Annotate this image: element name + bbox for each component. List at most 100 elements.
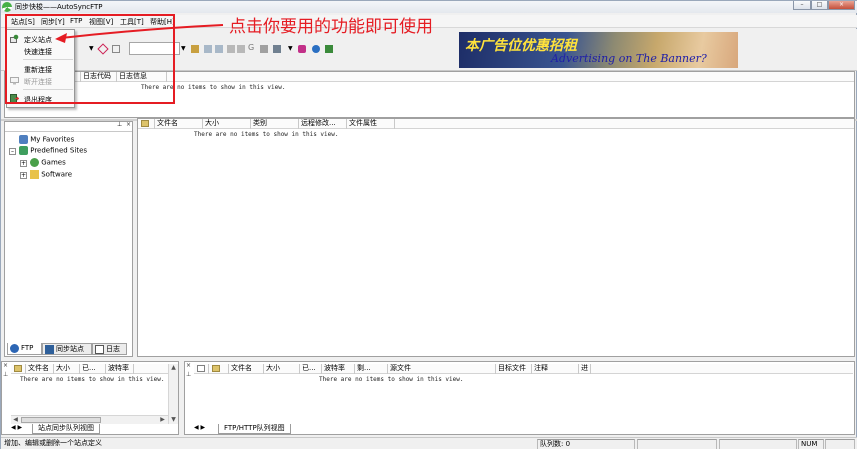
paste-icon[interactable] (237, 45, 245, 53)
panel-divider (5, 131, 132, 132)
upload-icon[interactable] (204, 45, 212, 53)
fq-col-size[interactable]: 大小 (264, 364, 300, 374)
queue-pin-icon[interactable]: ⊥ (186, 371, 191, 378)
download-icon[interactable] (215, 45, 223, 53)
fq-col-rate[interactable]: 波特率 (322, 364, 355, 374)
panel-close-icon[interactable]: × (126, 121, 131, 128)
scroll-thumb[interactable] (21, 417, 101, 423)
tree-item-label: My Favorites (30, 135, 75, 144)
app-window: 同步快梭——AutoSyncFTP – □ × 站点[S] 同步[Y] FTP … (0, 0, 857, 449)
file-empty-text: There are no items to show in this view. (194, 131, 339, 138)
bookmark-icon[interactable] (298, 45, 306, 53)
sq-col-size[interactable]: 大小 (54, 364, 80, 374)
sync-queue-panel: × ⊥ 文件名 大小 已... 波特率 There are no items t… (1, 361, 179, 435)
queue-pin-icon[interactable]: ⊥ (3, 371, 8, 378)
ftp-queue-panel: × ⊥ 文件名 大小 已... 波特率 剩... 源文件 目标文件 注释 进 T… (184, 361, 855, 435)
file-col-type[interactable]: 类别 (251, 119, 299, 129)
exit-tool-icon[interactable] (325, 45, 333, 53)
tree-item-games[interactable]: Games (30, 158, 66, 170)
file-col-modified[interactable]: 远程修改... (299, 119, 347, 129)
sync-queue-vscroll[interactable]: ▲ ▼ (168, 364, 178, 424)
tab-label: FTP (21, 344, 34, 352)
folder-icon (30, 170, 39, 179)
scroll-up-icon[interactable]: ▲ (169, 364, 178, 371)
file-col-attributes[interactable]: 文件属性 (347, 119, 395, 129)
tab-sync-sites[interactable]: 同步站点 (42, 343, 92, 355)
status-blank-1 (637, 439, 717, 449)
fq-col-done[interactable]: 已... (300, 364, 322, 374)
tab-sync-queue[interactable]: 站点同步队列视图 (32, 424, 100, 434)
tab-label: 日志 (106, 345, 120, 353)
queue-close-icon[interactable]: × (186, 362, 191, 369)
ftp-globe-icon (10, 344, 19, 353)
scroll-left-icon[interactable]: ◀ (12, 416, 19, 423)
status-queue-count: 队列数: 0 (537, 439, 635, 449)
sq-col-done[interactable]: 已... (80, 364, 106, 374)
ftp-queue-header: 文件名 大小 已... 波特率 剩... 源文件 目标文件 注释 进 (194, 364, 853, 374)
ftp-queue-empty-text: There are no items to show in this view. (319, 376, 464, 383)
scroll-right-icon[interactable]: ▶ (159, 416, 166, 423)
more-arrow-icon[interactable]: ▼ (288, 45, 293, 52)
tab-ftp-queue[interactable]: FTP/HTTP队列视图 (218, 424, 291, 434)
status-bar: 增加、编辑或删除一个站点定义 队列数: 0 NUM (1, 437, 857, 449)
tab-ftp[interactable]: FTP (7, 343, 42, 355)
sync-queue-empty-text: There are no items to show in this view. (20, 376, 165, 383)
status-blank-2 (719, 439, 797, 449)
properties-icon[interactable] (273, 45, 281, 53)
folder-header-icon (14, 365, 22, 372)
tab-log[interactable]: 日志 (92, 343, 127, 355)
tree-item-predefined[interactable]: Predefined Sites (19, 146, 87, 158)
tab-nav-icons[interactable]: ◀ ▶ (194, 424, 205, 431)
file-col-name[interactable]: 文件名 (155, 119, 203, 129)
sync-queue-hscroll[interactable]: ◀ ▶ (11, 415, 168, 424)
tree-expand-toggle[interactable]: + (20, 172, 27, 179)
fq-col-progress[interactable]: 进 (579, 364, 591, 374)
scroll-down-icon[interactable]: ▼ (169, 416, 178, 423)
file-list-panel: 文件名 大小 类别 远程修改... 文件属性 There are no item… (137, 118, 855, 357)
status-num: NUM (798, 439, 824, 449)
file-col-size[interactable]: 大小 (203, 119, 251, 129)
fq-col-icon-a[interactable] (194, 364, 209, 374)
fq-col-source[interactable]: 源文件 (388, 364, 496, 374)
doc-header-icon (197, 365, 205, 372)
fq-col-name[interactable]: 文件名 (229, 364, 264, 374)
sq-col-rate[interactable]: 波特率 (106, 364, 134, 374)
fq-col-icon-b[interactable] (209, 364, 229, 374)
banner-tagline: Advertising on The Banner? (551, 52, 707, 65)
tree-item-label: Software (41, 170, 73, 179)
minimize-button[interactable]: – (793, 1, 811, 10)
web-icon[interactable] (312, 45, 320, 53)
combo-arrow-icon[interactable]: ▼ (181, 45, 186, 52)
sq-col-name[interactable]: 文件名 (26, 364, 54, 374)
tree-item-software[interactable]: Software (30, 170, 72, 182)
refresh-icon[interactable]: G (248, 43, 254, 52)
window-title: 同步快梭——AutoSyncFTP (15, 3, 103, 11)
folder-header-icon (141, 120, 149, 127)
sync-sites-icon (45, 345, 54, 354)
fq-col-remaining[interactable]: 剩... (355, 364, 388, 374)
maximize-button[interactable]: □ (811, 1, 828, 10)
favorites-icon (19, 135, 28, 144)
sync-queue-header: 文件名 大小 已... 波特率 (11, 364, 177, 374)
folder-header-icon (212, 365, 220, 372)
sync-icon[interactable] (191, 45, 199, 53)
tree-item-label: Games (41, 158, 66, 167)
tree-expand-toggle[interactable]: + (20, 160, 27, 167)
tab-nav-icons[interactable]: ◀ ▶ (11, 424, 22, 431)
rename-icon[interactable] (260, 45, 268, 53)
fq-col-target[interactable]: 目标文件 (496, 364, 532, 374)
fq-col-comment[interactable]: 注释 (532, 364, 579, 374)
sq-col-icon[interactable] (11, 364, 26, 374)
tree-collapse-toggle[interactable]: – (9, 148, 16, 155)
sites-icon (19, 146, 28, 155)
annotation-text: 点击你要用的功能即可使用 (229, 17, 433, 37)
ad-banner[interactable]: 本广告位优惠招租 Advertising on The Banner? (459, 32, 738, 68)
annotation-highlight-box (5, 14, 175, 104)
copy-icon[interactable] (227, 45, 235, 53)
pin-icon[interactable]: ⊥ (117, 121, 122, 128)
file-col-icon[interactable] (138, 119, 155, 129)
tree-tabs: FTP 同步站点 日志 (5, 343, 132, 355)
queue-close-icon[interactable]: × (3, 362, 8, 369)
close-button[interactable]: × (828, 1, 855, 10)
log-doc-icon (95, 345, 104, 354)
